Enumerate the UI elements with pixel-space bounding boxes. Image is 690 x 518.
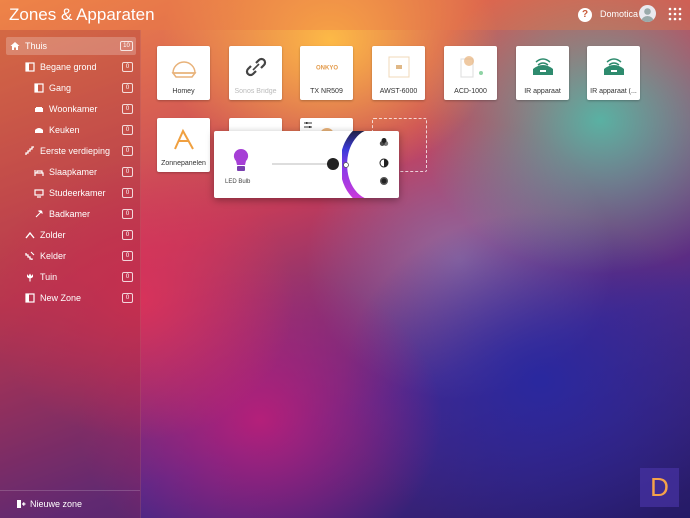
temperature-mode-icon[interactable] [379,158,389,168]
floor-icon [25,62,35,72]
device-tile-sonos-bridge[interactable]: Sonos Bridge [229,46,282,100]
zone-device-count: 0 [122,104,133,114]
dim-slider-track[interactable] [272,163,334,165]
sidebar-item-begane-grond[interactable]: Begane grond 0 [6,58,136,76]
device-tile-acd-1000[interactable]: ACD-1000 [444,46,497,100]
sidebar: Thuis 10 Begane grond 0 Gang 0 Woonkamer… [0,30,141,518]
device-name: Homey [172,88,195,95]
onkyo-logo-icon: ONKYO [313,63,341,72]
zone-device-count: 0 [122,167,133,177]
sidebar-item-label: New Zone [40,293,82,303]
zone-device-count: 0 [122,83,133,93]
device-tile-homey[interactable]: Homey [157,46,210,100]
sidebar-item-label: Thuis [25,41,48,51]
device-tile-ir-apparaat[interactable]: IR apparaat [516,46,569,100]
apps-grid-icon[interactable] [668,7,682,21]
sofa-icon [35,107,43,112]
stairs-icon [25,146,34,155]
top-bar: Zones & Apparaten ? Domotica [0,0,690,30]
zone-device-count: 0 [122,146,133,156]
sidebar-item-keuken[interactable]: Keuken 0 [6,121,136,139]
link-icon [245,57,267,77]
dim-slider-thumb[interactable] [327,158,339,170]
zone-device-count: 0 [122,251,133,261]
desk-icon [34,189,44,198]
device-tile-awst-6000[interactable]: AWST-6000 [372,46,425,100]
color-wheel[interactable] [342,131,372,198]
sidebar-item-zolder[interactable]: Zolder 0 [6,226,136,244]
sidebar-item-tuin[interactable]: Tuin 0 [6,268,136,286]
solar-icon [174,128,194,150]
zone-device-count: 0 [122,272,133,282]
floor-icon [25,293,35,303]
device-tile-tx-nr509[interactable]: ONKYO TX NR509 [300,46,353,100]
device-name: Sonos Bridge [234,88,277,95]
sidebar-item-label: Eerste verdieping [40,146,111,156]
device-name: ACD-1000 [454,88,487,95]
device-name: LED Bulb [225,179,251,185]
attic-icon [25,231,35,239]
add-zone-icon [17,500,26,508]
device-tile-ir-apparaat-2[interactable]: IR apparaat (... [587,46,640,100]
new-zone-button[interactable]: Nieuwe zone [16,499,82,509]
sidebar-item-gang[interactable]: Gang 0 [6,79,136,97]
dimmer-icon [460,56,483,78]
home-icon [10,42,20,50]
settings-sliders-icon [304,122,312,128]
device-name: IR apparaat (... [590,88,637,95]
sidebar-item-label: Studeerkamer [49,188,106,198]
onkyo-logo-text: ONKYO [316,66,338,72]
cellar-icon [25,251,35,260]
zone-device-count: 0 [122,293,133,303]
device-name: Zonnepanelen [161,160,206,167]
zone-device-count: 0 [122,125,133,135]
device-name: TX NR509 [310,88,343,95]
brightness-mode-icon[interactable] [379,176,389,186]
new-zone-label: Nieuwe zone [30,499,83,509]
homey-icon [171,61,197,78]
sidebar-footer: Nieuwe zone [0,490,140,518]
device-tile-zonnepanelen[interactable]: Zonnepanelen [157,118,210,172]
zone-device-count: 0 [122,188,133,198]
sidebar-item-label: Woonkamer [49,104,98,114]
wall-switch-icon [388,56,410,78]
help-button[interactable]: ? [578,8,592,22]
sidebar-item-new-zone[interactable]: New Zone 0 [6,289,136,307]
user-name[interactable]: Domotica [600,9,638,19]
sidebar-item-kelder[interactable]: Kelder 0 [6,247,136,265]
shower-icon [35,210,43,218]
page-title: Zones & Apparaten [9,5,155,24]
sidebar-item-thuis[interactable]: Thuis 10 [6,37,136,55]
bulb-icon[interactable] [233,148,249,172]
device-name: AWST-6000 [379,88,418,95]
corner-logo[interactable]: D [640,468,679,507]
color-mode-icon[interactable] [379,137,389,147]
kitchen-icon [35,128,43,133]
sidebar-item-woonkamer[interactable]: Woonkamer 0 [6,100,136,118]
sidebar-item-label: Begane grond [40,62,97,72]
sidebar-item-label: Kelder [40,251,67,261]
sidebar-item-eerste-verdieping[interactable]: Eerste verdieping 0 [6,142,136,160]
sidebar-item-label: Slaapkamer [49,167,98,177]
sidebar-item-label: Tuin [40,272,58,282]
tulip-icon [27,273,33,282]
sidebar-item-studeerkamer[interactable]: Studeerkamer 0 [6,184,136,202]
zone-device-count: 0 [122,230,133,240]
sidebar-item-label: Badkamer [49,209,91,219]
bed-icon [34,170,44,176]
ir-blaster-icon [533,58,553,75]
sidebar-item-label: Keuken [49,125,80,135]
zone-device-count: 0 [122,62,133,72]
device-name: IR apparaat [524,88,561,95]
zone-device-count: 0 [122,209,133,219]
sidebar-item-label: Gang [49,83,72,93]
led-bulb-popup: LED Bulb [214,131,399,198]
sidebar-item-badkamer[interactable]: Badkamer 0 [6,205,136,223]
door-icon [34,83,44,93]
sidebar-item-slaapkamer[interactable]: Slaapkamer 0 [6,163,136,181]
zone-device-count: 10 [120,41,133,51]
avatar[interactable] [639,5,656,22]
sidebar-item-label: Zolder [40,230,66,240]
ir-blaster-icon [604,58,624,75]
